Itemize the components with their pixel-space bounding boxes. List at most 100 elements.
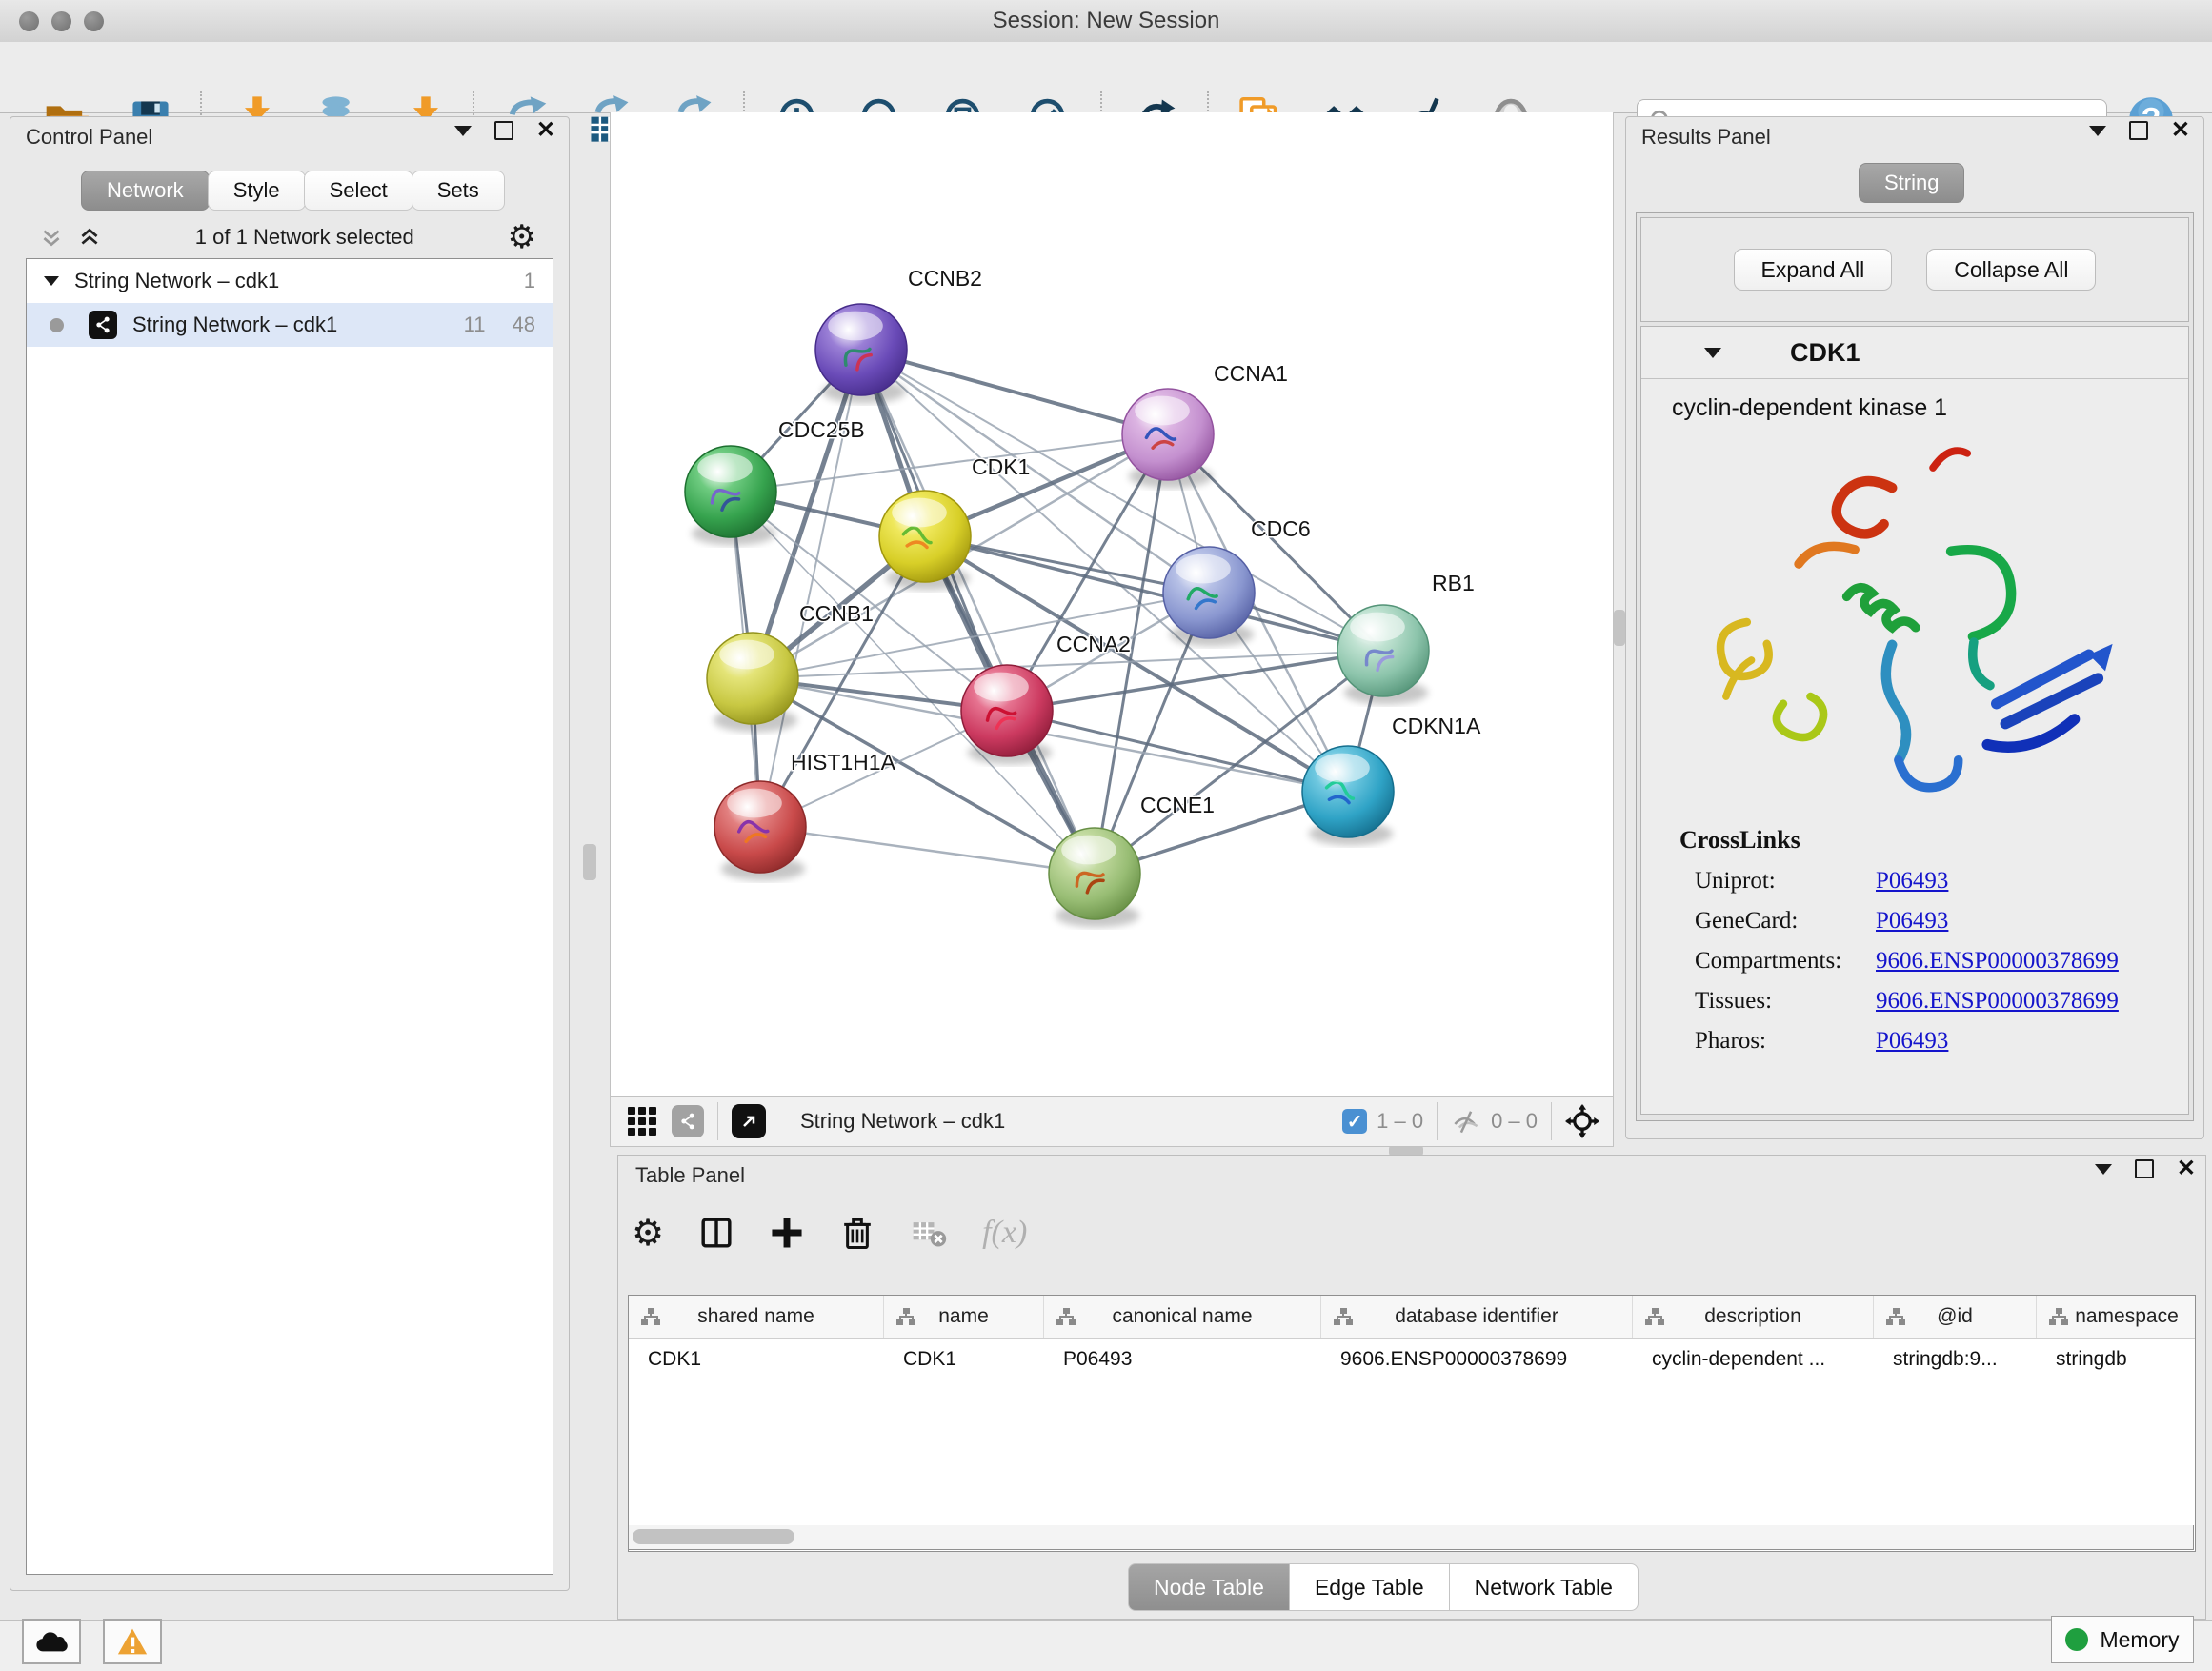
window-title: Session: New Session	[0, 8, 2212, 34]
network-node-CCNB2[interactable]	[815, 304, 907, 403]
tab-string[interactable]: String	[1859, 163, 1964, 203]
network-node-HIST1H1A[interactable]	[714, 781, 806, 880]
column-header-shared-name[interactable]: shared name	[629, 1296, 884, 1338]
table-cell[interactable]: stringdb	[2037, 1339, 2196, 1379]
columns-icon[interactable]	[698, 1215, 734, 1251]
crosslink-link[interactable]: P06493	[1876, 1028, 1948, 1055]
delete-column-icon[interactable]	[839, 1215, 875, 1251]
tab-network-table[interactable]: Network Table	[1449, 1563, 1639, 1611]
column-header--id[interactable]: @id	[1874, 1296, 2037, 1338]
tab-node-table[interactable]: Node Table	[1128, 1563, 1290, 1611]
node-label-CDK1: CDK1	[972, 454, 1030, 479]
section-collapse-icon[interactable]	[1704, 348, 1721, 358]
crosslink-label: GeneCard:	[1695, 908, 1876, 935]
network-node-CCNA1[interactable]	[1122, 389, 1214, 488]
cdk1-section-header[interactable]: CDK1	[1641, 327, 2188, 379]
column-header-canonical-name[interactable]: canonical name	[1044, 1296, 1321, 1338]
table-panel-header-icons: ✕	[2095, 1159, 2196, 1178]
table-tabs: Node TableEdge TableNetwork Table	[1129, 1563, 1639, 1611]
network-node-CDKN1A[interactable]	[1302, 746, 1394, 845]
table-cell[interactable]: P06493	[1044, 1339, 1321, 1379]
left-divider-handle[interactable]	[583, 844, 596, 880]
network-graph[interactable]: CCNB2CCNA1CDC25BCDK1CDC6RB1CCNB1CCNA2CDK…	[611, 112, 1613, 1096]
tab-network[interactable]: Network	[81, 171, 210, 211]
birdseye-grid-icon[interactable]	[628, 1107, 656, 1136]
table-cell[interactable]: CDK1	[629, 1339, 884, 1379]
memory-button[interactable]: Memory	[2051, 1616, 2194, 1663]
network-node-RB1[interactable]	[1337, 605, 1429, 704]
network-row[interactable]: String Network – cdk1 11 48	[27, 303, 553, 347]
function-builder-icon: f(x)	[982, 1215, 1027, 1251]
panel-float-icon[interactable]	[2135, 1159, 2154, 1178]
network-node-CCNE1[interactable]	[1049, 828, 1140, 927]
warnings-button[interactable]	[103, 1619, 162, 1664]
network-node-CDC6[interactable]	[1163, 547, 1255, 646]
table-horizontal-scrollbar[interactable]	[628, 1525, 2194, 1550]
collapse-all-button[interactable]: Collapse All	[1926, 249, 2096, 291]
collection-expand-icon[interactable]	[44, 276, 59, 286]
panel-menu-icon[interactable]	[2089, 126, 2106, 136]
expand-all-button[interactable]: Expand All	[1734, 249, 1893, 291]
cloud-icon	[35, 1629, 68, 1654]
footer-separator	[1437, 1102, 1438, 1140]
network-node-count: 11	[464, 312, 486, 337]
panel-close-icon[interactable]: ✕	[2177, 1161, 2196, 1177]
network-label: String Network – cdk1	[132, 312, 337, 337]
open-in-window-icon[interactable]	[732, 1104, 766, 1138]
table-cell[interactable]: stringdb:9...	[1874, 1339, 2037, 1379]
network-edge[interactable]	[1007, 711, 1348, 792]
panel-close-icon[interactable]: ✕	[536, 123, 555, 138]
panel-close-icon[interactable]: ✕	[2171, 123, 2190, 138]
node-label-CCNA1: CCNA1	[1214, 361, 1288, 386]
tab-style[interactable]: Style	[208, 171, 306, 211]
expand-all-icon[interactable]	[77, 225, 102, 250]
crosslink-link[interactable]: P06493	[1876, 908, 1948, 935]
crosslink-link[interactable]: 9606.ENSP00000378699	[1876, 948, 2119, 975]
cloud-button[interactable]	[22, 1619, 81, 1664]
right-divider-handle[interactable]	[1614, 610, 1625, 646]
panel-float-icon[interactable]	[2129, 121, 2148, 140]
table-header-row: shared namenamecanonical namedatabase id…	[629, 1296, 2195, 1339]
column-header-namespace[interactable]: namespace	[2037, 1296, 2196, 1338]
main-toolbar: ?	[0, 42, 2212, 113]
table-cell[interactable]: cyclin-dependent ...	[1633, 1339, 1874, 1379]
crosslink-link[interactable]: P06493	[1876, 868, 1948, 895]
crosshair-icon[interactable]	[1565, 1104, 1599, 1138]
app-window: Session: New Session	[0, 0, 2212, 1671]
column-header-name[interactable]: name	[884, 1296, 1044, 1338]
crosslink-row: Tissues:9606.ENSP00000378699	[1695, 988, 2188, 1015]
scrollbar-thumb[interactable]	[633, 1529, 794, 1544]
network-node-CDK1[interactable]	[879, 491, 971, 590]
tab-edge-table[interactable]: Edge Table	[1289, 1563, 1450, 1611]
network-node-CDC25B[interactable]	[685, 446, 776, 545]
results-panel: Results Panel ✕ String Expand All Collap…	[1625, 116, 2204, 1139]
collapse-all-icon[interactable]	[39, 225, 64, 250]
node-table[interactable]: shared namenamecanonical namedatabase id…	[628, 1295, 2196, 1552]
column-header-database-identifier[interactable]: database identifier	[1321, 1296, 1633, 1338]
network-edge[interactable]	[861, 350, 1095, 874]
network-edge[interactable]	[760, 827, 1095, 874]
table-gear-icon[interactable]: ⚙	[632, 1212, 664, 1254]
network-edge-count: 48	[513, 312, 535, 337]
network-collection-row[interactable]: String Network – cdk1 1	[27, 259, 553, 303]
panel-float-icon[interactable]	[494, 121, 513, 140]
table-panel-title: Table Panel	[635, 1163, 745, 1188]
network-node-CCNB1[interactable]	[707, 633, 798, 732]
collection-count: 1	[524, 269, 535, 293]
table-cell[interactable]: 9606.ENSP00000378699	[1321, 1339, 1633, 1379]
tab-sets[interactable]: Sets	[412, 171, 505, 211]
panel-menu-icon[interactable]	[2095, 1164, 2112, 1175]
crosslink-link[interactable]: 9606.ENSP00000378699	[1876, 988, 2119, 1015]
network-canvas[interactable]: CCNB2CCNA1CDC25BCDK1CDC6RB1CCNB1CCNA2CDK…	[610, 112, 1614, 1096]
gear-icon[interactable]: ⚙	[508, 218, 536, 256]
control-panel-header-icons: ✕	[454, 121, 555, 140]
column-header-description[interactable]: description	[1633, 1296, 1874, 1338]
network-node-CCNA2[interactable]	[961, 665, 1053, 764]
table-cell[interactable]: CDK1	[884, 1339, 1044, 1379]
protein-structure-image	[1658, 432, 2172, 813]
selected-checkbox-icon[interactable]: ✓	[1342, 1109, 1367, 1134]
panel-menu-icon[interactable]	[454, 126, 472, 136]
add-column-icon[interactable]	[769, 1215, 805, 1251]
string-network-icon[interactable]	[672, 1105, 704, 1137]
tab-select[interactable]: Select	[304, 171, 413, 211]
